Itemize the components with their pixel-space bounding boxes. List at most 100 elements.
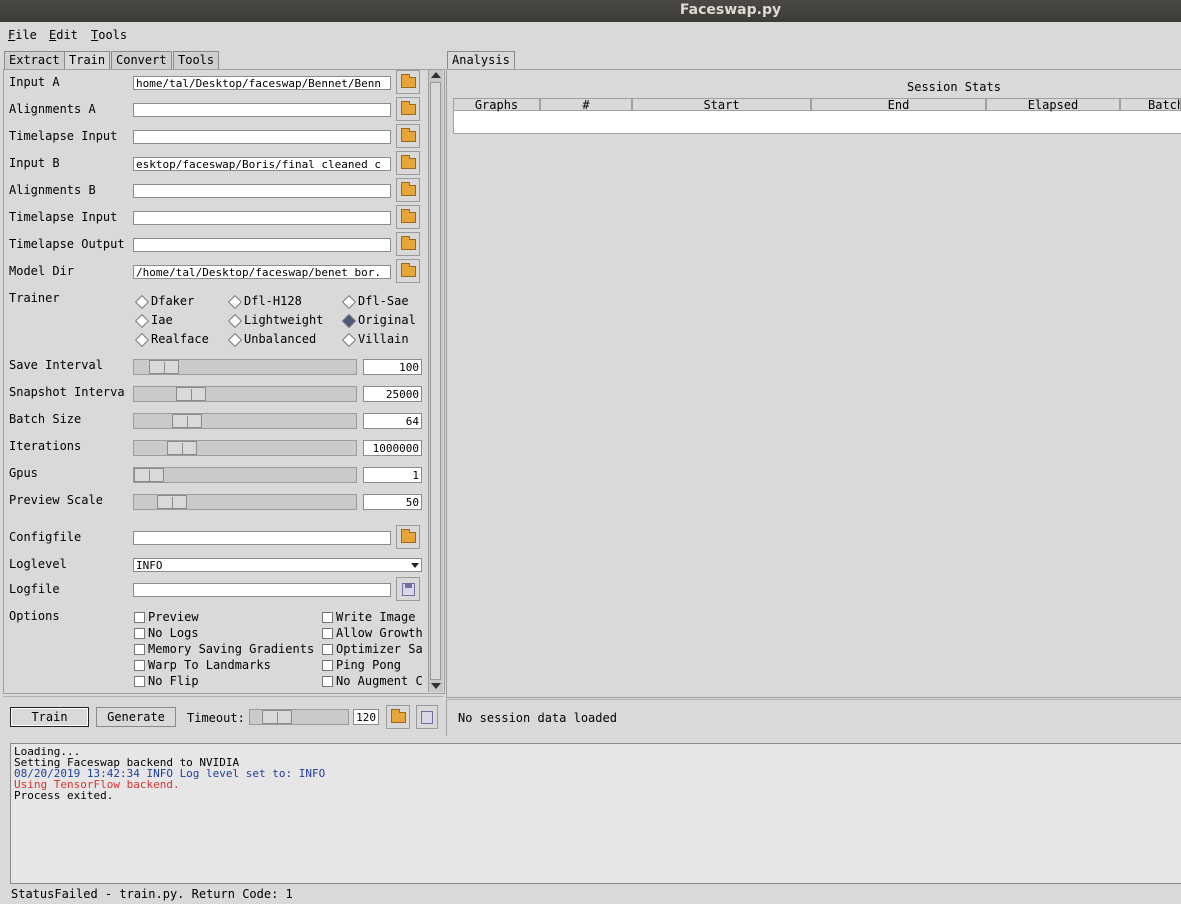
scroll-up-arrow-icon[interactable]: [431, 72, 441, 78]
option-label-warp-to-landmarks[interactable]: Warp To Landmarks: [148, 658, 271, 672]
menu-file[interactable]: File: [8, 28, 37, 42]
batch-size-slider-thumb[interactable]: [172, 414, 202, 428]
option-label-no-logs[interactable]: No Logs: [148, 626, 199, 640]
input-b-browse-button[interactable]: [396, 151, 420, 175]
checkbox-write-image[interactable]: [322, 612, 333, 623]
timelapse-input-b-field[interactable]: [133, 211, 391, 225]
save-file-icon: [402, 583, 415, 596]
trainer-option-lightweight[interactable]: Lightweight: [244, 313, 323, 327]
folder-icon: [401, 236, 416, 250]
checkbox-allow-growth[interactable]: [322, 628, 333, 639]
save-button[interactable]: [416, 705, 438, 729]
timeout-slider-thumb[interactable]: [262, 710, 292, 724]
alignments-b-field[interactable]: [133, 184, 391, 198]
tab-tools[interactable]: Tools: [173, 51, 220, 69]
column-start[interactable]: Start: [632, 98, 811, 111]
train-button[interactable]: Train: [10, 707, 89, 727]
iterations-slider-thumb[interactable]: [167, 441, 197, 455]
configfile-field[interactable]: [133, 531, 391, 545]
timeout-value[interactable]: 120: [353, 709, 379, 725]
scrollbar-thumb[interactable]: [430, 82, 441, 680]
option-label-memory-saving-gradients[interactable]: Memory Saving Gradients: [148, 642, 314, 656]
alignments-a-field[interactable]: [133, 103, 391, 117]
option-label-write-image[interactable]: Write Image: [336, 610, 415, 624]
option-label-preview[interactable]: Preview: [148, 610, 199, 624]
snapshot-interva-slider-thumb[interactable]: [176, 387, 206, 401]
save-interval-slider-thumb[interactable]: [149, 360, 179, 374]
option-label-no-augment-c[interactable]: No Augment C: [336, 674, 423, 688]
input-b-field[interactable]: esktop/faceswap/Boris/final_cleaned_c: [133, 157, 391, 171]
tab-analysis[interactable]: Analysis: [447, 51, 515, 69]
tab-convert[interactable]: Convert: [111, 51, 172, 69]
checkbox-warp-to-landmarks[interactable]: [134, 660, 145, 671]
column-end[interactable]: End: [811, 98, 986, 111]
gpus-label: Gpus: [9, 466, 38, 480]
preview-scale-slider-thumb[interactable]: [157, 495, 187, 509]
iterations-slider[interactable]: [133, 440, 357, 456]
checkbox-memory-saving-gradients[interactable]: [134, 644, 145, 655]
snapshot-interva-slider[interactable]: [133, 386, 357, 402]
preview-scale-slider[interactable]: [133, 494, 357, 510]
gpus-slider-thumb[interactable]: [134, 468, 164, 482]
timelapse-input-a-browse-button[interactable]: [396, 124, 420, 148]
trainer-option-dfl-sae[interactable]: Dfl-Sae: [358, 294, 409, 308]
trainer-option-iae[interactable]: Iae: [151, 313, 173, 327]
gpus-value[interactable]: 1: [363, 467, 422, 483]
loglevel-select[interactable]: INFO: [133, 558, 422, 572]
preview-scale-value[interactable]: 50: [363, 494, 422, 510]
column-elapsed[interactable]: Elapsed: [986, 98, 1120, 111]
input-a-browse-button[interactable]: [396, 70, 420, 94]
logfile-save-button[interactable]: [396, 577, 420, 601]
model-dir-browse-button[interactable]: [396, 259, 420, 283]
iterations-value[interactable]: 1000000: [363, 440, 422, 456]
checkbox-ping-pong[interactable]: [322, 660, 333, 671]
timelapse-input-b-browse-button[interactable]: [396, 205, 420, 229]
trainer-option-villain[interactable]: Villain: [358, 332, 409, 346]
checkbox-no-augment-c[interactable]: [322, 676, 333, 687]
batch-size-value[interactable]: 64: [363, 413, 422, 429]
analysis-panel: [446, 69, 1181, 698]
folder-icon: [391, 709, 406, 723]
option-label-optimizer-sa[interactable]: Optimizer Sa: [336, 642, 423, 656]
option-label-no-flip[interactable]: No Flip: [148, 674, 199, 688]
checkbox-optimizer-sa[interactable]: [322, 644, 333, 655]
timelapse-output-browse-button[interactable]: [396, 232, 420, 256]
checkbox-no-flip[interactable]: [134, 676, 145, 687]
model-dir-field[interactable]: /home/tal/Desktop/faceswap/benet_bor.: [133, 265, 391, 279]
alignments-b-browse-button[interactable]: [396, 178, 420, 202]
menu-tools[interactable]: Tools: [91, 28, 127, 42]
column-number[interactable]: #: [540, 98, 632, 111]
menu-edit[interactable]: Edit: [49, 28, 78, 42]
gpus-slider[interactable]: [133, 467, 357, 483]
column-graphs[interactable]: Graphs: [453, 98, 540, 111]
timelapse-output-field[interactable]: [133, 238, 391, 252]
alignments-a-browse-button[interactable]: [396, 97, 420, 121]
scroll-down-arrow-icon[interactable]: [431, 683, 441, 689]
tab-train[interactable]: Train: [64, 51, 111, 69]
generate-button[interactable]: Generate: [96, 707, 176, 727]
tab-extract[interactable]: Extract: [4, 51, 65, 69]
timeout-slider[interactable]: [249, 709, 349, 725]
batch-size-slider[interactable]: [133, 413, 357, 429]
trainer-option-realface[interactable]: Realface: [151, 332, 209, 346]
option-label-allow-growth[interactable]: Allow Growth: [336, 626, 423, 640]
option-label-ping-pong[interactable]: Ping Pong: [336, 658, 401, 672]
trainer-option-dfl-h128[interactable]: Dfl-H128: [244, 294, 302, 308]
snapshot-interva-value[interactable]: 25000: [363, 386, 422, 402]
trainer-option-unbalanced[interactable]: Unbalanced: [244, 332, 316, 346]
checkbox-preview[interactable]: [134, 612, 145, 623]
save-interval-slider[interactable]: [133, 359, 357, 375]
options-scrollbar[interactable]: [428, 70, 443, 692]
trainer-option-dfaker[interactable]: Dfaker: [151, 294, 194, 308]
column-batch[interactable]: Batch: [1120, 98, 1181, 111]
load-button[interactable]: [386, 705, 410, 729]
timelapse-input-a-field[interactable]: [133, 130, 391, 144]
logfile-field[interactable]: [133, 583, 391, 597]
trainer-option-original[interactable]: Original: [358, 313, 416, 327]
input-a-field[interactable]: home/tal/Desktop/faceswap/Bennet/Benn: [133, 76, 391, 90]
menu-bar: File Edit Tools: [0, 22, 1181, 46]
configfile-browse-button[interactable]: [396, 525, 420, 549]
checkbox-no-logs[interactable]: [134, 628, 145, 639]
save-interval-value[interactable]: 100: [363, 359, 422, 375]
session-message: No session data loaded: [458, 711, 617, 725]
